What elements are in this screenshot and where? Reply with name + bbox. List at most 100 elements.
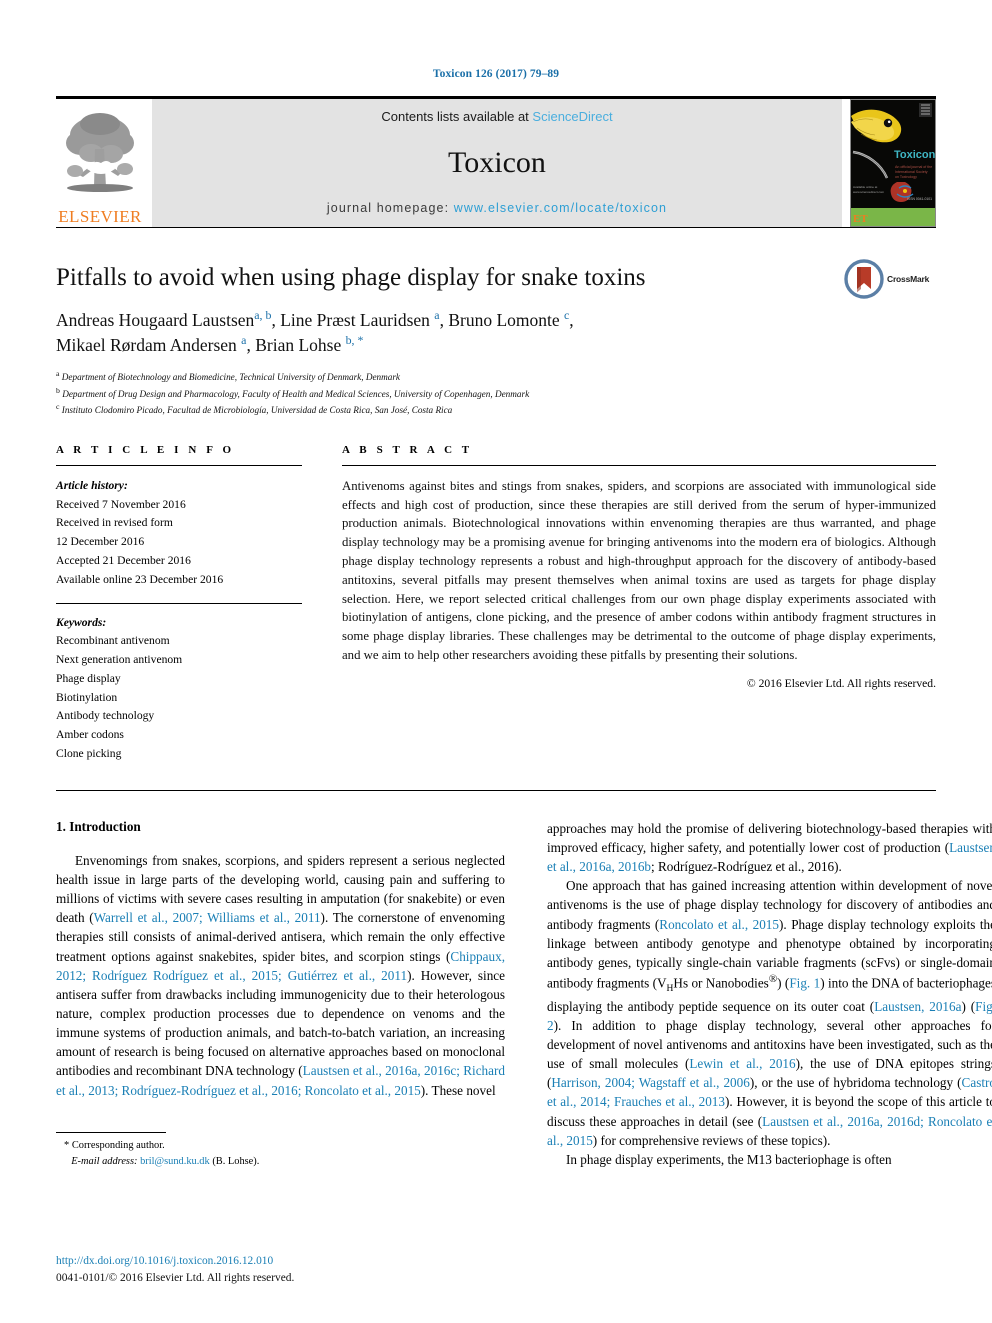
para-seg: approaches may hold the promise of deliv… bbox=[547, 820, 992, 855]
paragraph: One approach that has gained increasing … bbox=[547, 876, 992, 1150]
figure-link[interactable]: Fig. 1 bbox=[789, 975, 820, 990]
author-5-affil[interactable]: b, * bbox=[346, 333, 364, 347]
abstract-rule bbox=[342, 464, 936, 466]
contents-prefix: Contents lists available at bbox=[381, 109, 533, 124]
svg-text:ET: ET bbox=[853, 213, 868, 225]
abstract-column: A B S T R A C T Antivenoms against bites… bbox=[342, 444, 936, 764]
para-seg: ) ( bbox=[777, 975, 790, 991]
author-1-affil[interactable]: a, b bbox=[254, 308, 271, 322]
keyword-item: Antibody technology bbox=[56, 709, 155, 723]
author-4-affil[interactable]: a bbox=[241, 333, 246, 347]
affiliation-list: a Department of Biotechnology and Biomed… bbox=[56, 368, 936, 418]
citation-link[interactable]: Harrison, 2004; Wagstaff et al., 2006 bbox=[551, 1075, 749, 1090]
elsevier-tree-icon bbox=[66, 113, 134, 192]
issn-copyright: 0041-0101/© 2016 Elsevier Ltd. All right… bbox=[56, 1271, 295, 1284]
history-item: 12 December 2016 bbox=[56, 535, 145, 549]
running-head: Toxicon 126 (2017) 79–89 bbox=[432, 68, 560, 80]
journal-homepage-link[interactable]: www.elsevier.com/locate/toxicon bbox=[454, 201, 667, 215]
keyword-item: Biotinylation bbox=[56, 690, 118, 704]
svg-text:on Toxinology: on Toxinology bbox=[895, 175, 917, 179]
email-link[interactable]: bril@sund.ku.dk bbox=[140, 1156, 210, 1167]
keyword-item: Amber codons bbox=[56, 728, 124, 742]
doi-link[interactable]: http://dx.doi.org/10.1016/j.toxicon.2016… bbox=[56, 1253, 505, 1270]
crossmark-icon bbox=[844, 259, 884, 299]
registered-mark: ® bbox=[768, 972, 778, 985]
body-top-rule bbox=[56, 789, 936, 791]
cover-art: Toxicon An official journal of the Inter… bbox=[851, 100, 935, 226]
history-item: Received in revised form bbox=[56, 516, 173, 530]
article-page: Toxicon 126 (2017) 79–89 ELSEVIER Conten… bbox=[0, 0, 992, 1323]
keyword-item: Phage display bbox=[56, 671, 121, 685]
article-history-label: Article history: bbox=[56, 478, 128, 492]
page-title: Pitfalls to avoid when using phage displ… bbox=[56, 264, 646, 291]
keyword-item: Next generation antivenom bbox=[56, 653, 183, 667]
abstract-heading: A B S T R A C T bbox=[342, 443, 473, 456]
para-seg: ). However, since antisera suffer from d… bbox=[56, 967, 506, 1079]
svg-text:ISSN 0041-0101: ISSN 0041-0101 bbox=[907, 197, 932, 201]
info-abstract-section: A R T I C L E I N F O Article history: R… bbox=[56, 444, 936, 764]
crossmark-label: CrossMark bbox=[887, 274, 930, 284]
journal-cover-thumbnail: Toxicon An official journal of the Inter… bbox=[850, 99, 936, 227]
author-3: Bruno Lomonte bbox=[448, 309, 560, 330]
affiliation-item: b Department of Drug Design and Pharmaco… bbox=[56, 385, 936, 402]
para-seg: ). These novel bbox=[420, 1082, 496, 1098]
article-info-rule bbox=[56, 464, 302, 466]
affiliation-item: a Department of Biotechnology and Biomed… bbox=[56, 368, 936, 385]
journal-masthead: ELSEVIER Contents lists available at Sci… bbox=[56, 96, 936, 227]
affiliation-item: c Instituto Clodomiro Picado, Facultad d… bbox=[56, 401, 936, 418]
homepage-prefix: journal homepage: bbox=[326, 201, 454, 215]
paragraph: Envenomings from snakes, scorpions, and … bbox=[56, 851, 505, 1100]
footnote-star: * bbox=[64, 1140, 70, 1152]
contents-available-line: Contents lists available at ScienceDirec… bbox=[381, 109, 612, 124]
affiliation-mark: a bbox=[56, 369, 60, 379]
article-info-column: A R T I C L E I N F O Article history: R… bbox=[56, 444, 302, 764]
svg-text:www.sciencedirect.com: www.sciencedirect.com bbox=[853, 190, 885, 194]
author-5: Brian Lohse bbox=[255, 335, 342, 356]
svg-text:An official journal of the: An official journal of the bbox=[895, 165, 932, 169]
citation-link[interactable]: Lewin et al., 2016 bbox=[689, 1056, 795, 1071]
author-list: Andreas Hougaard Laustsena, b, Line Præs… bbox=[56, 307, 574, 356]
history-item: Available online 23 December 2016 bbox=[56, 572, 224, 586]
para-seg: ), or the use of hybridoma technology ( bbox=[749, 1075, 962, 1091]
citation-link[interactable]: Roncolato et al., 2015 bbox=[659, 917, 779, 932]
author-3-affil[interactable]: c bbox=[564, 308, 569, 322]
svg-text:Available online at: Available online at bbox=[853, 185, 877, 189]
para-seg: ) for comprehensive reviews of these top… bbox=[592, 1132, 831, 1148]
affiliation-text: Department of Biotechnology and Biomedic… bbox=[61, 372, 401, 383]
svg-text:International Society: International Society bbox=[895, 170, 928, 174]
elsevier-logo: ELSEVIER bbox=[56, 99, 144, 227]
author-4: Mikael Rørdam Andersen bbox=[56, 335, 237, 356]
citation-link[interactable]: Laustsen, 2016a bbox=[874, 999, 961, 1014]
paragraph: In phage display experiments, the M13 ba… bbox=[566, 1151, 892, 1167]
section-heading-introduction: 1. Introduction bbox=[56, 818, 141, 834]
sciencedirect-link[interactable]: ScienceDirect bbox=[532, 109, 612, 124]
abstract-text: Antivenoms against bites and stings from… bbox=[342, 478, 936, 663]
body-column-right: approaches may hold the promise of deliv… bbox=[547, 819, 992, 1169]
author-2: Line Præst Lauridsen bbox=[280, 309, 430, 330]
svg-text:Toxicon: Toxicon bbox=[894, 149, 935, 161]
footnote-block: * Corresponding author. E-mail address: … bbox=[56, 1132, 505, 1169]
keyword-item: Clone picking bbox=[56, 747, 122, 761]
corresponding-author-text: Corresponding author. bbox=[71, 1140, 165, 1152]
email-suffix: (B. Lohse). bbox=[212, 1155, 260, 1167]
author-2-affil[interactable]: a bbox=[434, 308, 439, 322]
footnote-rule bbox=[56, 1132, 166, 1134]
crossmark-badge[interactable]: CrossMark bbox=[844, 256, 936, 302]
history-item: Accepted 21 December 2016 bbox=[56, 554, 191, 567]
history-item: Received 7 November 2016 bbox=[56, 497, 186, 511]
para-seg: ) ( bbox=[961, 998, 976, 1014]
para-seg: ; Rodríguez-Rodríguez et al., 2016). bbox=[651, 859, 842, 875]
keyword-item: Recombinant antivenom bbox=[56, 634, 170, 648]
email-label: E-mail address: bbox=[71, 1155, 138, 1167]
affiliation-text: Instituto Clodomiro Picado, Facultad de … bbox=[61, 405, 453, 416]
affiliation-mark: c bbox=[56, 402, 60, 412]
journal-title: Toxicon bbox=[448, 145, 546, 179]
citation-link[interactable]: Warrell et al., 2007; Williams et al., 2… bbox=[94, 910, 321, 925]
abstract-copyright: © 2016 Elsevier Ltd. All rights reserved… bbox=[746, 676, 936, 690]
author-1: Andreas Hougaard Laustsen bbox=[56, 309, 255, 330]
corresponding-author-note: * Corresponding author. E-mail address: … bbox=[56, 1138, 505, 1169]
affiliation-mark: b bbox=[56, 385, 60, 395]
para-seg: Hs or Nanobodies bbox=[673, 975, 769, 991]
keywords-rule bbox=[56, 602, 302, 604]
keywords-label: Keywords: bbox=[56, 615, 107, 629]
